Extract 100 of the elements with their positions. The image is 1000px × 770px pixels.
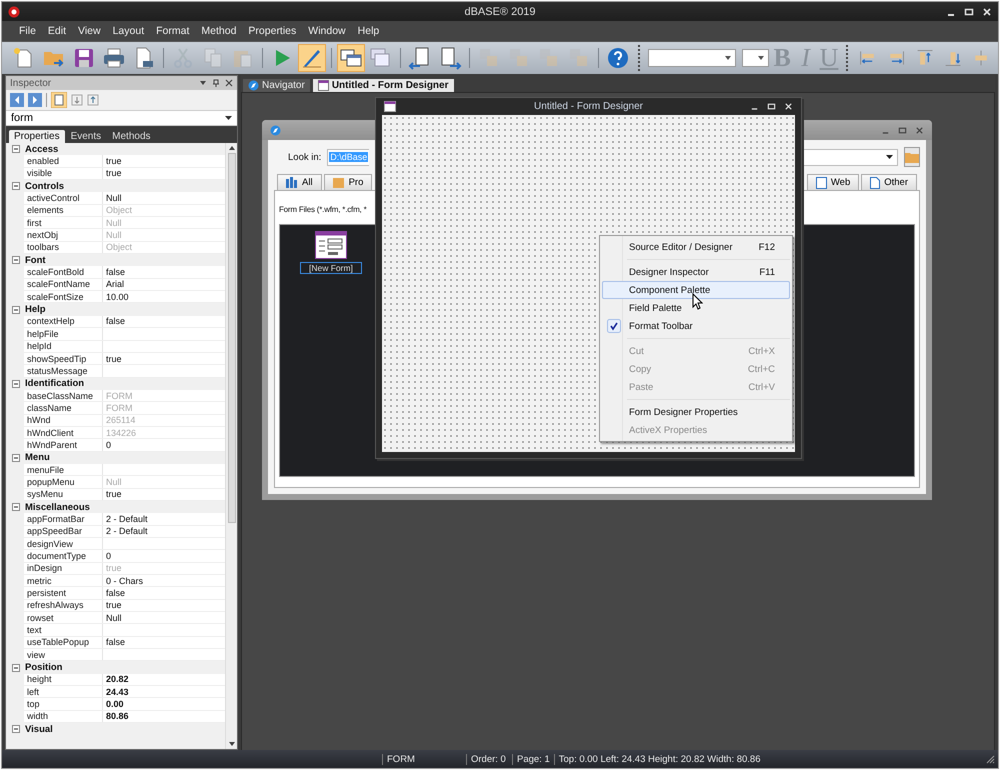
property-value[interactable]: 0.00 xyxy=(106,699,124,710)
category-tab[interactable]: Other xyxy=(861,174,917,190)
property-value[interactable]: 10.00 xyxy=(106,292,129,302)
menu-item[interactable]: Method xyxy=(196,24,242,38)
property-name[interactable]: width xyxy=(24,710,103,722)
property-name[interactable]: appFormatBar xyxy=(24,513,103,525)
property-name[interactable]: elements xyxy=(24,204,103,216)
pin-icon[interactable] xyxy=(212,79,220,87)
collapse-icon[interactable] xyxy=(12,306,20,314)
menu-item[interactable]: Field Palette xyxy=(602,299,790,317)
property-name[interactable]: persistent xyxy=(24,587,103,599)
menu-item[interactable]: File xyxy=(14,24,41,38)
font-name-dropdown[interactable] xyxy=(648,49,736,67)
property-name[interactable]: hWndClient xyxy=(24,426,103,438)
menu-item[interactable]: Designer Inspector F11 xyxy=(602,263,790,281)
menu-item[interactable]: Component Palette xyxy=(602,281,790,299)
form-view-icon[interactable] xyxy=(51,92,67,108)
property-name[interactable]: top xyxy=(24,698,103,710)
property-name[interactable]: refreshAlways xyxy=(24,600,103,612)
property-value[interactable]: 20.82 xyxy=(106,674,129,684)
menu-item[interactable]: Window xyxy=(303,24,351,38)
child-icon[interactable] xyxy=(87,94,99,106)
scroll-down-icon[interactable] xyxy=(228,742,234,746)
font-size-dropdown[interactable] xyxy=(742,49,770,67)
scrollbar[interactable] xyxy=(225,143,237,749)
property-value[interactable]: 2 - Default xyxy=(106,526,148,536)
property-value[interactable]: 80.86 xyxy=(106,711,129,722)
property-name[interactable]: height xyxy=(24,674,103,686)
menu-item[interactable]: Form Designer Properties xyxy=(602,403,790,421)
property-name[interactable]: baseClassName xyxy=(24,390,103,402)
property-value[interactable]: false xyxy=(106,588,126,598)
form-file-icon[interactable] xyxy=(314,231,347,259)
property-name[interactable]: inDesign xyxy=(24,562,103,574)
property-name[interactable]: appSpeedBar xyxy=(24,526,103,537)
property-name[interactable]: sysMenu xyxy=(24,488,103,500)
property-value[interactable]: true xyxy=(106,168,122,178)
menu-item[interactable]: View xyxy=(73,24,106,38)
toolbar-design-button[interactable] xyxy=(298,44,326,72)
property-name[interactable]: visible xyxy=(24,168,103,180)
category-tab[interactable]: All xyxy=(277,174,322,190)
property-name[interactable]: className xyxy=(24,402,103,414)
property-name[interactable]: first xyxy=(24,217,103,228)
property-name[interactable]: enabled xyxy=(24,155,103,167)
property-value[interactable]: true xyxy=(106,354,122,364)
property-name[interactable]: activeControl xyxy=(24,192,103,204)
property-name[interactable]: hWndParent xyxy=(24,439,103,451)
category-tab[interactable]: Pro xyxy=(324,174,372,190)
property-value[interactable]: true xyxy=(106,489,122,500)
property-value[interactable]: 0 xyxy=(106,551,112,562)
resize-grip-icon[interactable] xyxy=(985,754,995,764)
property-name[interactable]: popupMenu xyxy=(24,476,103,488)
menu-item[interactable]: Edit xyxy=(42,24,72,38)
property-name[interactable]: hWnd xyxy=(24,414,103,426)
close-icon[interactable] xyxy=(225,79,233,87)
property-value[interactable]: false xyxy=(106,637,126,648)
back-button[interactable] xyxy=(10,93,24,107)
menu-item[interactable]: Properties xyxy=(243,24,302,38)
menu-item[interactable]: Layout xyxy=(108,24,150,38)
dropdown-arrow-icon[interactable] xyxy=(199,79,207,87)
property-name[interactable]: contextHelp xyxy=(24,316,103,328)
inspector-tab[interactable]: Methods xyxy=(107,130,156,143)
property-name[interactable]: rowset xyxy=(24,612,103,624)
property-value[interactable]: false xyxy=(106,316,126,326)
inspector-tab[interactable]: Events xyxy=(66,130,106,143)
property-name[interactable]: toolbars xyxy=(24,242,103,254)
property-value[interactable]: false xyxy=(106,267,126,278)
collapse-icon[interactable] xyxy=(12,145,20,154)
property-name[interactable]: useTablePopup xyxy=(24,636,103,648)
menu-item[interactable]: Help xyxy=(352,24,384,38)
property-value[interactable]: 2 - Default xyxy=(106,514,148,524)
property-name[interactable]: metric xyxy=(24,575,103,586)
menu-item[interactable]: Format xyxy=(151,24,194,38)
property-name[interactable]: scaleFontSize xyxy=(24,291,103,302)
collapse-icon[interactable] xyxy=(12,380,20,388)
inspector-tab[interactable]: Properties xyxy=(9,130,65,143)
property-name[interactable]: scaleFontBold xyxy=(24,266,103,278)
parent-icon[interactable] xyxy=(71,94,83,106)
collapse-icon[interactable] xyxy=(12,503,20,512)
object-dropdown[interactable]: form xyxy=(6,110,237,126)
document-tab[interactable]: Navigator xyxy=(243,79,310,92)
property-value[interactable]: 0 xyxy=(106,440,112,450)
property-value[interactable]: Null xyxy=(106,193,122,204)
collapse-icon[interactable] xyxy=(12,182,20,190)
property-name[interactable]: showSpeedTip xyxy=(24,352,103,364)
forward-button[interactable] xyxy=(28,93,42,107)
collapse-icon[interactable] xyxy=(12,256,20,264)
property-name[interactable]: scaleFontName xyxy=(24,278,103,290)
collapse-icon[interactable] xyxy=(12,725,20,734)
property-name[interactable]: left xyxy=(24,686,103,698)
property-name[interactable]: nextObj xyxy=(24,229,103,241)
menu-item[interactable]: Format Toolbar xyxy=(602,317,790,335)
property-value[interactable]: Null xyxy=(106,612,122,623)
property-value[interactable]: true xyxy=(106,600,122,610)
collapse-icon[interactable] xyxy=(12,664,20,672)
toolbar-tile-button[interactable] xyxy=(337,44,365,72)
property-value[interactable]: 0 - Chars xyxy=(106,576,144,586)
category-tab[interactable]: Web xyxy=(806,174,860,190)
file-label[interactable]: [New Form] xyxy=(300,262,362,274)
property-value[interactable]: true xyxy=(106,156,122,166)
collapse-icon[interactable] xyxy=(12,454,20,462)
